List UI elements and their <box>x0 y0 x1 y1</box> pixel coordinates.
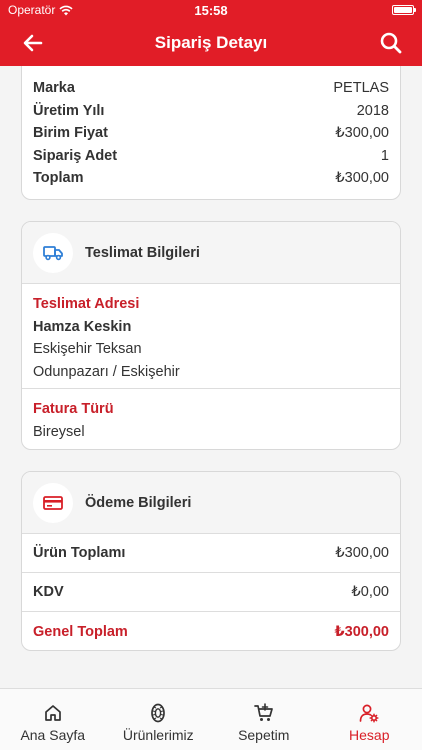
tab-account[interactable]: Hesap <box>317 689 422 750</box>
product-row-label: Toplam <box>33 170 84 186</box>
product-row-unit-price: Birim Fiyat ₺300,00 <box>33 125 389 147</box>
truck-icon <box>43 245 63 260</box>
tab-bar: Ana Sayfa Ürünlerimiz Sepetim Hesap <box>0 688 422 750</box>
product-row-value: 2018 <box>356 103 389 119</box>
page-title: Sipariş Detayı <box>154 33 268 52</box>
product-row-label: Birim Fiyat <box>33 125 108 141</box>
navbar: Sipariş Detayı <box>0 20 422 66</box>
payment-row-label: Ürün Toplamı <box>33 545 126 561</box>
tab-label: Hesap <box>349 727 390 743</box>
payment-card-title: Ödeme Bilgileri <box>85 494 192 511</box>
payment-row-value: ₺300,00 <box>335 545 389 561</box>
product-summary-card: Marka PETLAS Üretim Yılı 2018 Birim Fiya… <box>21 66 401 200</box>
status-bar: Operatör 15:58 <box>0 0 422 20</box>
product-row-value: 1 <box>380 148 389 164</box>
battery-icon <box>392 5 416 15</box>
tire-icon <box>151 703 166 723</box>
order-detail-content[interactable]: Marka PETLAS Üretim Yılı 2018 Birim Fiya… <box>0 66 422 688</box>
tab-label: Ana Sayfa <box>20 727 86 743</box>
payment-row-vat: KDV ₺0,00 <box>22 573 400 612</box>
address-line-1: Eskişehir Teksan <box>33 341 142 357</box>
product-row-year: Üretim Yılı 2018 <box>33 103 389 125</box>
credit-card-icon <box>43 495 63 510</box>
tab-home[interactable]: Ana Sayfa <box>0 689 106 750</box>
payment-info-card: Ödeme Bilgileri Ürün Toplamı ₺300,00 KDV… <box>21 471 401 651</box>
payment-row-value: ₺0,00 <box>351 584 389 600</box>
product-row-value: PETLAS <box>333 80 389 96</box>
tab-label: Ürünlerimiz <box>122 727 194 743</box>
payment-card-header: Ödeme Bilgileri <box>22 472 400 534</box>
delivery-card-title: Teslimat Bilgileri <box>85 244 200 261</box>
delivery-icon-badge <box>33 232 73 273</box>
product-row-value: ₺300,00 <box>335 170 389 186</box>
home-icon <box>44 705 61 721</box>
product-row-label: Üretim Yılı <box>33 103 105 119</box>
payment-icon-badge <box>33 482 73 523</box>
recipient-name: Hamza Keskin <box>33 318 132 335</box>
payment-row-subtotal: Ürün Toplamı ₺300,00 <box>22 534 400 573</box>
invoice-section: Fatura Türü Bireysel <box>22 389 400 443</box>
invoice-type-label: Fatura Türü <box>33 401 114 417</box>
product-row-label: Marka <box>33 80 75 96</box>
cart-icon <box>253 703 273 721</box>
delivery-address-section: Teslimat Adresi Hamza Keskin Eskişehir T… <box>22 284 400 389</box>
payment-row-label: Genel Toplam <box>33 623 128 640</box>
payment-row-grand-total: Genel Toplam ₺300,00 <box>22 612 400 650</box>
product-row-total: Toplam ₺300,00 <box>33 170 389 192</box>
status-time: 15:58 <box>194 3 228 18</box>
tab-products[interactable]: Ürünlerimiz <box>106 689 212 750</box>
payment-row-value: ₺300,00 <box>334 623 389 640</box>
tab-cart[interactable]: Sepetim <box>211 689 317 750</box>
search-icon[interactable] <box>378 30 404 56</box>
delivery-address-label: Teslimat Adresi <box>33 296 140 312</box>
delivery-info-card: Teslimat Bilgileri Teslimat Adresi Hamza… <box>21 221 401 450</box>
address-line-2: Odunpazarı / Eskişehir <box>33 363 180 380</box>
product-row-brand: Marka PETLAS <box>33 80 389 102</box>
invoice-type-value: Bireysel <box>33 423 85 440</box>
tab-label: Sepetim <box>238 727 290 743</box>
product-row-quantity: Sipariş Adet 1 <box>33 148 389 170</box>
product-row-value: ₺300,00 <box>335 125 389 141</box>
account-settings-icon <box>359 704 379 723</box>
payment-row-label: KDV <box>33 584 64 600</box>
product-row-label: Sipariş Adet <box>33 148 118 164</box>
delivery-card-header: Teslimat Bilgileri <box>22 222 400 284</box>
